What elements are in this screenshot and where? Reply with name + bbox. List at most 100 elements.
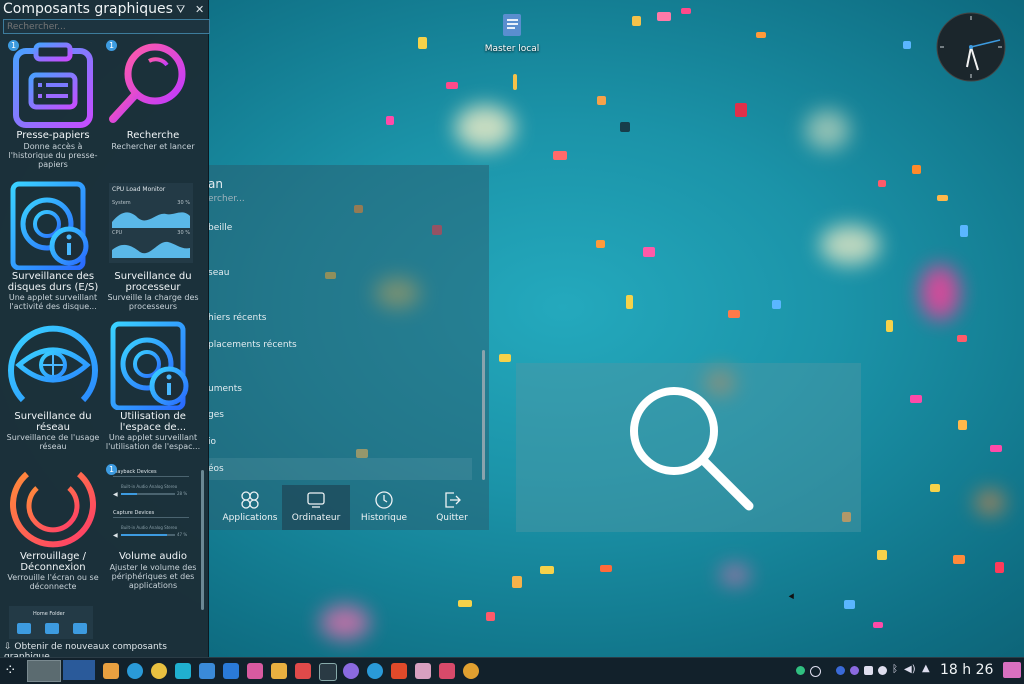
bluetooth-icon[interactable]: ᛒ	[892, 664, 898, 675]
tray-icon[interactable]	[810, 666, 821, 677]
widget-count-badge: 1	[106, 464, 117, 475]
cpu-graph	[112, 241, 190, 258]
document-icon	[503, 14, 521, 36]
skype-icon[interactable]	[367, 663, 383, 679]
folder-icon	[45, 623, 59, 634]
widget-volume[interactable]: 1 Playback Devices Built-in Audio Analog…	[103, 460, 203, 595]
show-desktop-icon[interactable]	[1003, 662, 1021, 678]
launcher-row[interactable]: placements récents	[208, 340, 297, 350]
desktop-icon-master-local[interactable]: Master local	[482, 12, 542, 54]
filter-icon[interactable]: ⛛	[176, 3, 185, 17]
widget-description: Verrouille l'écran ou se déconnecte	[7, 573, 99, 591]
widget-name: Utilisation de l'espace de...	[119, 411, 187, 433]
folder-icon	[73, 623, 87, 634]
tab-label: Ordinateur	[291, 513, 341, 523]
launcher-row[interactable]: io	[208, 437, 216, 447]
app-icon[interactable]	[295, 663, 311, 679]
widgets-panel: Composants graphiques ⛛ ✕ 1 Presse-papie…	[0, 0, 210, 662]
terminal-icon[interactable]	[319, 663, 337, 681]
desktop-icon-label: Master local	[484, 44, 540, 54]
clock-icon	[375, 491, 393, 509]
app-icon[interactable]	[463, 663, 479, 679]
tab-label: Applications	[222, 513, 278, 523]
launcher-row[interactable]: ges	[208, 410, 224, 420]
chrome-browser-icon[interactable]	[151, 663, 167, 679]
widget-cpu-monitor[interactable]: CPU Load Monitor System 30 % CPU 30 % Su…	[103, 180, 203, 315]
expand-tray-icon[interactable]: ▲	[922, 663, 930, 674]
panel-scrollbar[interactable]	[201, 470, 204, 610]
virtual-desktop-1[interactable]	[27, 660, 61, 682]
widget-network-monitor[interactable]: Surveillance du réseau Surveillance de l…	[3, 320, 103, 455]
analog-clock-widget[interactable]	[936, 12, 1006, 82]
search-widget-preview[interactable]	[516, 363, 861, 532]
home-folder-label: Home Folder	[33, 611, 65, 617]
widget-disk-io[interactable]: Surveillance des disques durs (E/S) Une …	[3, 180, 103, 315]
system-graph	[112, 212, 190, 228]
viber-icon[interactable]	[343, 663, 359, 679]
search-icon	[109, 43, 186, 123]
launcher-row[interactable]: uments	[208, 384, 242, 394]
tab-history[interactable]: Historique	[350, 485, 418, 530]
app-launcher-icon[interactable]: ⁘	[4, 661, 17, 679]
disk-info-icon	[10, 181, 89, 270]
panel-title: Composants graphiques	[3, 1, 173, 17]
widget-name: Recherche	[126, 130, 180, 141]
search-input[interactable]	[3, 19, 210, 34]
virtual-desktop-2[interactable]	[63, 660, 95, 680]
widget-description: Ajuster le volume des périphériques et d…	[109, 563, 197, 590]
clipboard-icon	[13, 42, 93, 128]
application-launcher: an ercher... beille seau hiers récents p…	[208, 165, 489, 530]
clock-time[interactable]: 18 h 26	[940, 662, 993, 678]
widget-search[interactable]: 1 Recherche Rechercher et lancer	[103, 39, 203, 174]
launcher-row[interactable]: seau	[208, 268, 229, 278]
widget-name: Verrouillage / Déconnexion	[19, 551, 86, 573]
tab-quit[interactable]: Quitter	[418, 485, 486, 530]
app-icon[interactable]	[199, 663, 215, 679]
tray-icon[interactable]	[836, 666, 845, 675]
app-icon[interactable]	[391, 663, 407, 679]
computer-icon	[307, 492, 325, 508]
tab-computer[interactable]: Ordinateur	[282, 485, 350, 530]
tab-label: Historique	[360, 513, 408, 523]
widget-name: Surveillance des disques durs (E/S)	[7, 271, 99, 293]
search-icon	[630, 387, 754, 511]
widget-lock-logout[interactable]: Verrouillage / Déconnexion Verrouille l'…	[3, 460, 103, 595]
launcher-row-highlight	[208, 458, 472, 480]
widget-name: Surveillance du processeur	[114, 271, 192, 293]
launcher-row[interactable]: beille	[208, 223, 232, 233]
tray-icon[interactable]	[850, 666, 859, 675]
app-icon[interactable]	[439, 663, 455, 679]
capture-percent: 47 %	[177, 532, 188, 537]
tray-icon[interactable]	[796, 666, 805, 675]
taskbar: ⁘ ᛒ ◀) ▲ 18 h 26	[0, 657, 1024, 684]
download-icon: ⇩	[4, 642, 15, 652]
launcher-row[interactable]: éos	[208, 464, 224, 474]
widget-clipboard[interactable]: 1 Presse-papiers Donne accès à l'histori…	[3, 39, 103, 174]
preview-title: CPU Load Monitor	[112, 186, 166, 193]
tab-applications[interactable]: Applications	[216, 485, 284, 530]
cpu-monitor-preview: CPU Load Monitor System 30 % CPU 30 %	[109, 183, 193, 263]
close-icon[interactable]: ✕	[195, 3, 204, 16]
widget-description: Rechercher et lancer	[111, 142, 195, 151]
app-icon[interactable]	[415, 663, 431, 679]
app-icon[interactable]	[175, 663, 191, 679]
tray-icon[interactable]	[878, 666, 887, 675]
playback-device: Built-in Audio Analog Stereo	[121, 484, 178, 489]
widget-description: Donne accès à l'historique du presse-pap…	[8, 142, 98, 169]
launcher-scrollbar[interactable]	[482, 350, 485, 480]
edge-browser-icon[interactable]	[127, 663, 143, 679]
widget-home-folder[interactable]: Home Folder	[3, 603, 103, 639]
editor-icon[interactable]	[247, 663, 263, 679]
tab-label: Quitter	[436, 513, 468, 523]
widget-description: Une applet surveillant l'activité des di…	[8, 293, 98, 311]
launcher-row[interactable]: hiers récents	[208, 313, 266, 323]
shield-icon[interactable]	[864, 666, 873, 675]
launcher-search[interactable]: ercher...	[208, 194, 245, 204]
mouse-cursor	[788, 593, 797, 601]
volume-icon[interactable]: ◀)	[904, 664, 916, 675]
launcher-user-name: an	[208, 177, 223, 191]
file-manager-icon[interactable]	[103, 663, 119, 679]
vscode-icon[interactable]	[223, 663, 239, 679]
app-icon[interactable]	[271, 663, 287, 679]
widget-disk-usage[interactable]: Utilisation de l'espace de... Une applet…	[103, 320, 203, 455]
